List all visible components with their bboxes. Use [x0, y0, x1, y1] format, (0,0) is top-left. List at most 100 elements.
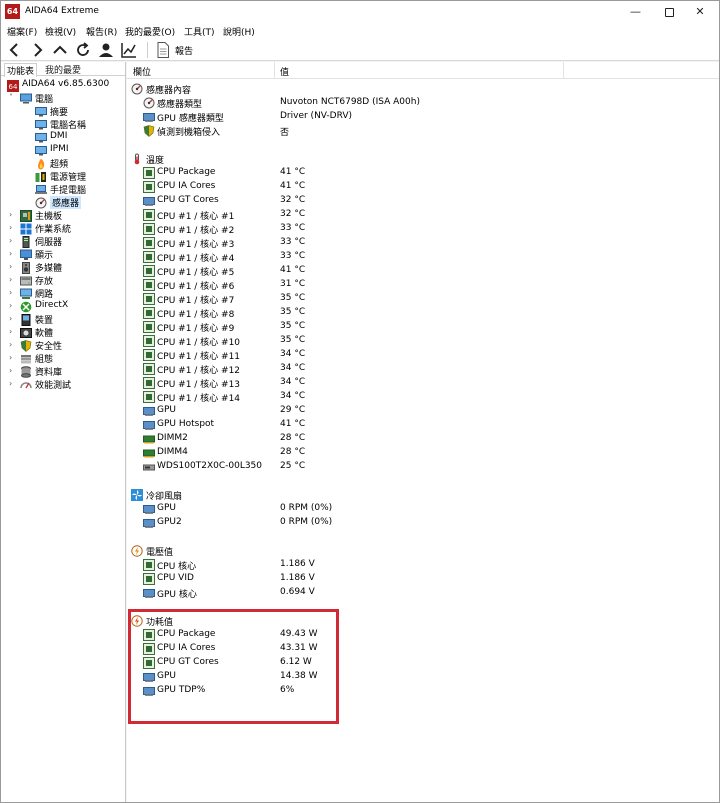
- sensor-group-header[interactable]: 冷卻風扇: [127, 488, 719, 502]
- expand-chevron-icon[interactable]: ›: [9, 211, 17, 219]
- tree-item[interactable]: ˅ 電腦: [1, 92, 125, 105]
- sensor-row[interactable]: CPU #1 / 核心 #5 41 °C: [127, 264, 719, 278]
- sensor-value: 34 °C: [280, 363, 306, 373]
- column-field-header[interactable]: 欄位: [133, 65, 151, 78]
- sensor-row[interactable]: CPU #1 / 核心 #11 34 °C: [127, 348, 719, 362]
- tree-item[interactable]: 64 AIDA64 v6.85.6300: [1, 79, 125, 92]
- sensor-row[interactable]: CPU #1 / 核心 #3 33 °C: [127, 236, 719, 250]
- tab-favorites[interactable]: 我的最愛: [43, 63, 83, 76]
- expand-chevron-icon[interactable]: ›: [9, 328, 17, 336]
- tree-item[interactable]: › 軟體: [1, 326, 125, 340]
- tab-menu[interactable]: 功能表: [4, 63, 38, 77]
- expand-chevron-icon[interactable]: ›: [9, 315, 17, 323]
- tree-item[interactable]: 摘要: [1, 105, 125, 118]
- tree-item[interactable]: › 效能測試: [1, 378, 125, 392]
- expand-chevron-icon[interactable]: ›: [9, 263, 17, 271]
- tree-item[interactable]: › 主機板: [1, 209, 125, 222]
- tree-item[interactable]: 超頻: [1, 157, 125, 170]
- user-button[interactable]: [97, 41, 115, 59]
- sensor-row[interactable]: GPU2 0 RPM (0%): [127, 516, 719, 530]
- menu-favorites[interactable]: 我的最愛(O): [125, 25, 175, 38]
- column-value-header[interactable]: 值: [280, 65, 289, 78]
- report-button[interactable]: 報告: [154, 41, 193, 59]
- forward-button[interactable]: [28, 41, 46, 59]
- sensor-row[interactable]: GPU 感應器類型 Driver (NV-DRV): [127, 110, 719, 124]
- sensor-row[interactable]: WDS100T2X0C-00L350 25 °C: [127, 460, 719, 474]
- refresh-button[interactable]: [74, 41, 92, 59]
- expand-chevron-icon[interactable]: ›: [9, 367, 17, 375]
- tree-item-label: 多媒體: [35, 264, 63, 274]
- expand-chevron-icon[interactable]: ›: [9, 354, 17, 362]
- aida64-app-icon[interactable]: 64: [5, 4, 20, 19]
- tree-item[interactable]: › 安全性: [1, 339, 125, 352]
- tree-item[interactable]: › 顯示: [1, 248, 125, 261]
- expand-chevron-icon[interactable]: ›: [9, 380, 17, 388]
- sensor-field-name: CPU #1 / 核心 #2: [157, 226, 235, 236]
- expand-chevron-icon[interactable]: ›: [9, 289, 17, 297]
- expand-chevron-icon[interactable]: ›: [9, 276, 17, 284]
- sensor-row[interactable]: GPU Hotspot 41 °C: [127, 418, 719, 432]
- tree-item[interactable]: 電源管理: [1, 170, 125, 183]
- sensor-group-header[interactable]: 感應器內容: [127, 82, 719, 96]
- tree-item[interactable]: › 組態: [1, 352, 125, 366]
- sensor-row[interactable]: CPU #1 / 核心 #10 35 °C: [127, 334, 719, 348]
- tree-item[interactable]: › 伺服器: [1, 235, 125, 248]
- sensor-row[interactable]: CPU #1 / 核心 #14 34 °C: [127, 390, 719, 404]
- sensor-group-header[interactable]: 電壓值: [127, 544, 719, 558]
- sensor-row[interactable]: CPU #1 / 核心 #12 34 °C: [127, 362, 719, 376]
- tree-item[interactable]: IPMI: [1, 144, 125, 157]
- sensor-row[interactable]: CPU 核心 1.186 V: [127, 558, 719, 572]
- sensor-row[interactable]: CPU VID 1.186 V: [127, 572, 719, 586]
- expand-chevron-icon[interactable]: ›: [9, 250, 17, 258]
- back-button[interactable]: [6, 41, 24, 59]
- sensor-group-header[interactable]: 溫度: [127, 152, 719, 166]
- sensor-row[interactable]: CPU #1 / 核心 #1 32 °C: [127, 208, 719, 222]
- tree-item[interactable]: › DirectX: [1, 300, 125, 313]
- sensor-row[interactable]: DIMM2 28 °C: [127, 432, 719, 446]
- sensor-row[interactable]: CPU IA Cores 41 °C: [127, 180, 719, 194]
- menu-help[interactable]: 說明(H): [223, 25, 255, 38]
- column-divider[interactable]: [563, 62, 564, 79]
- sensor-row[interactable]: GPU 0 RPM (0%): [127, 502, 719, 516]
- expand-chevron-icon[interactable]: ›: [9, 341, 17, 349]
- sensor-row[interactable]: DIMM4 28 °C: [127, 446, 719, 460]
- up-button[interactable]: [51, 41, 69, 59]
- tree-item[interactable]: › 作業系統: [1, 222, 125, 235]
- sensor-row[interactable]: CPU Package 41 °C: [127, 166, 719, 180]
- sensor-row[interactable]: CPU #1 / 核心 #9 35 °C: [127, 320, 719, 334]
- menu-tools[interactable]: 工具(T): [184, 25, 215, 38]
- expand-chevron-icon[interactable]: ›: [9, 302, 17, 310]
- sensor-row[interactable]: 偵測到機箱侵入 否: [127, 124, 719, 138]
- collapse-chevron-icon[interactable]: ˅: [9, 94, 17, 102]
- menu-report[interactable]: 報告(R): [86, 25, 117, 38]
- menu-file[interactable]: 檔案(F): [7, 25, 37, 38]
- sensor-row[interactable]: CPU #1 / 核心 #8 35 °C: [127, 306, 719, 320]
- chip-icon: [143, 363, 155, 375]
- tree-item[interactable]: › 存放: [1, 274, 125, 288]
- sensor-row[interactable]: GPU 核心 0.694 V: [127, 586, 719, 600]
- tree-item[interactable]: › 裝置: [1, 313, 125, 326]
- tree-item[interactable]: › 網路: [1, 287, 125, 300]
- chart-button[interactable]: [120, 41, 138, 59]
- tree-item[interactable]: › 多媒體: [1, 261, 125, 274]
- expand-chevron-icon[interactable]: ›: [9, 237, 17, 245]
- xbox-icon: [20, 301, 32, 313]
- sensor-row[interactable]: CPU #1 / 核心 #13 34 °C: [127, 376, 719, 390]
- sensor-row[interactable]: CPU #1 / 核心 #6 31 °C: [127, 278, 719, 292]
- column-divider[interactable]: [274, 62, 275, 79]
- sensor-row[interactable]: 感應器類型 Nuvoton NCT6798D (ISA A00h): [127, 96, 719, 110]
- expand-chevron-icon[interactable]: ›: [9, 224, 17, 232]
- sensor-row[interactable]: CPU #1 / 核心 #4 33 °C: [127, 250, 719, 264]
- sensor-row[interactable]: CPU #1 / 核心 #2 33 °C: [127, 222, 719, 236]
- sensor-row[interactable]: CPU GT Cores 32 °C: [127, 194, 719, 208]
- sensor-row[interactable]: GPU 29 °C: [127, 404, 719, 418]
- tree-item[interactable]: 手提電腦: [1, 183, 125, 196]
- tree-item[interactable]: › 資料庫: [1, 365, 125, 378]
- tree-item[interactable]: DMI: [1, 131, 125, 144]
- close-button[interactable]: ✕: [681, 1, 719, 23]
- tree-item[interactable]: 電腦名稱: [1, 118, 125, 131]
- sensor-row[interactable]: CPU #1 / 核心 #7 35 °C: [127, 292, 719, 306]
- tree-item[interactable]: 感應器: [1, 196, 125, 209]
- sensor-field-name: CPU #1 / 核心 #10: [157, 338, 241, 348]
- menu-view[interactable]: 檢視(V): [45, 25, 76, 38]
